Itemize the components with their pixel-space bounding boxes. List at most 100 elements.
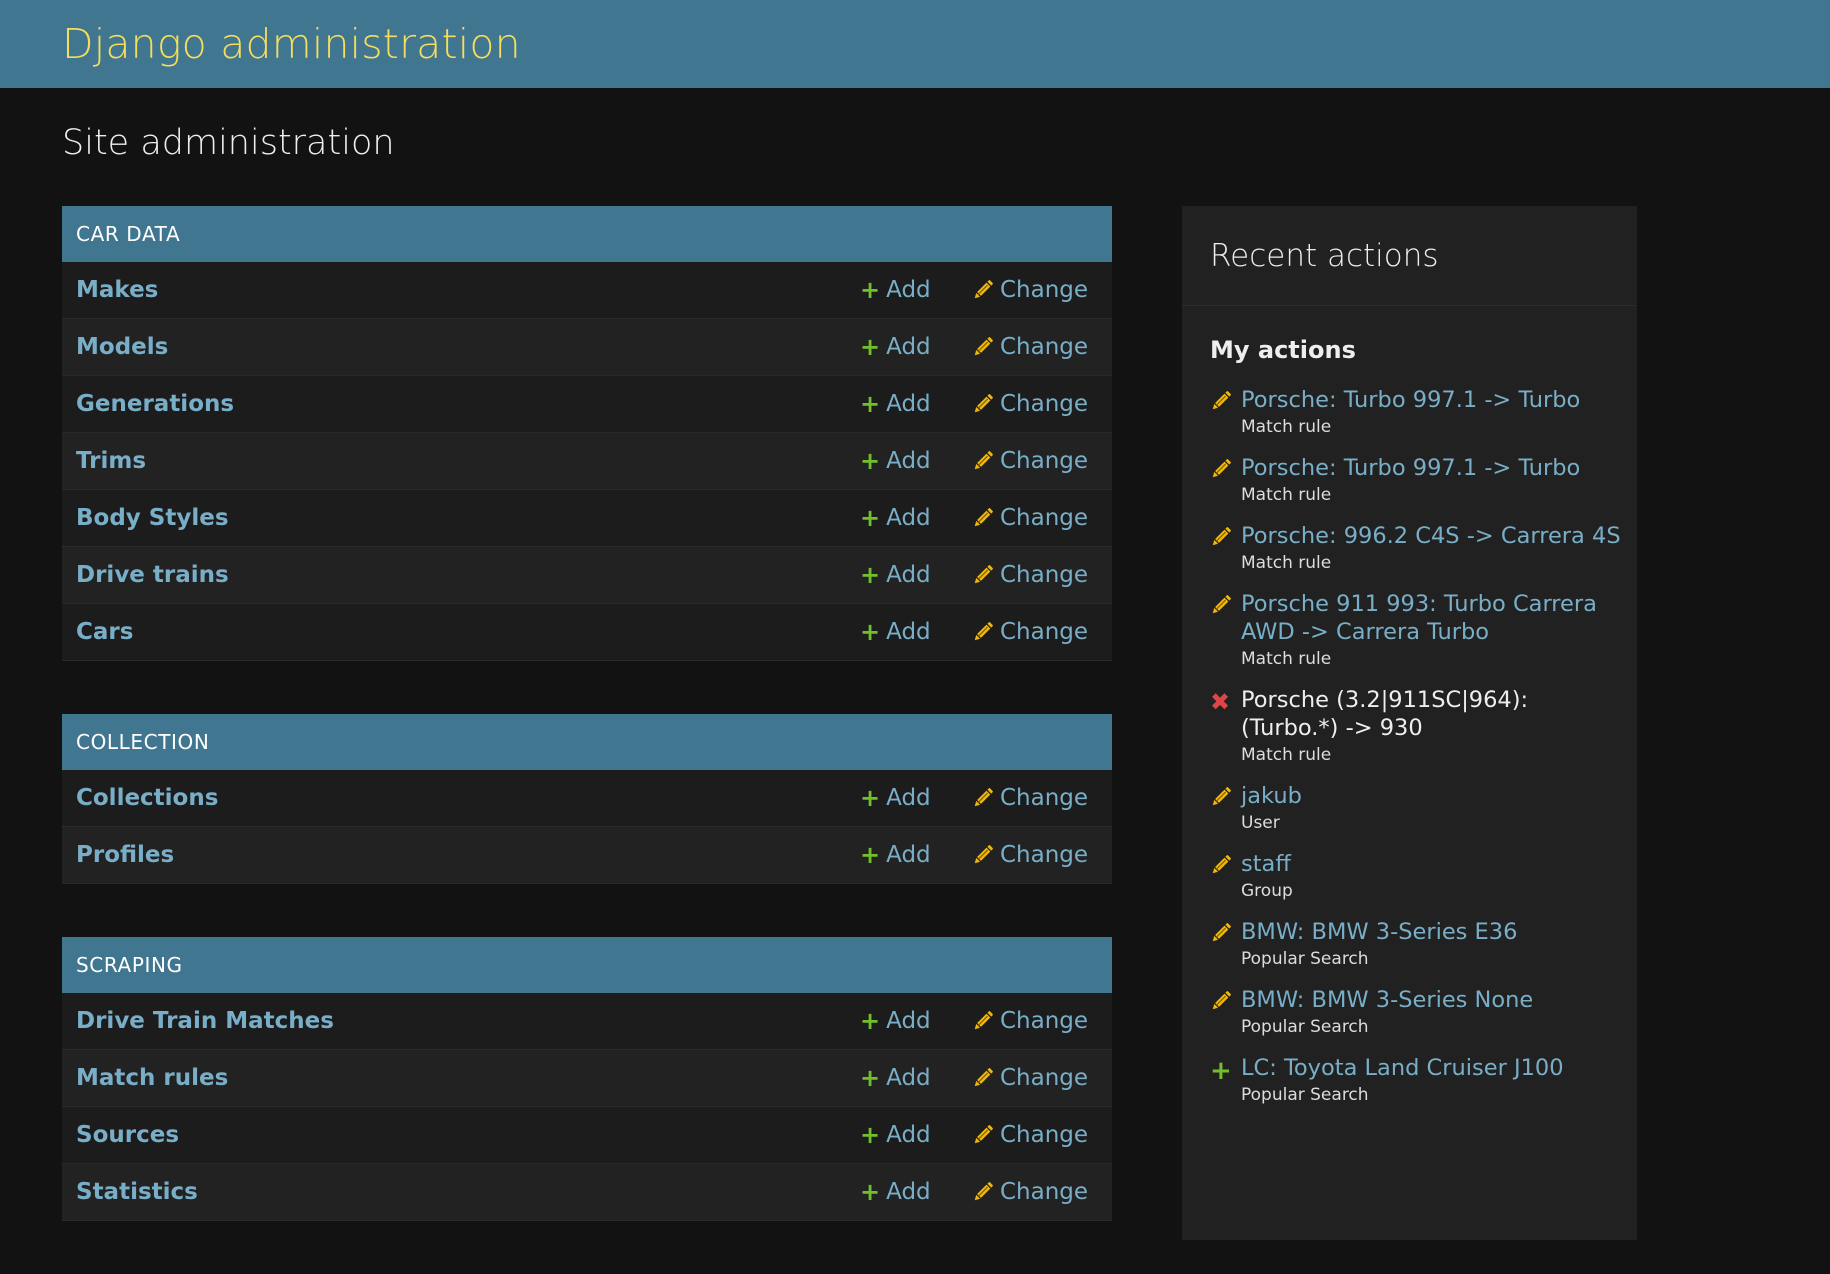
change-link[interactable]: Change (972, 562, 1112, 588)
model-link[interactable]: Drive Train Matches (76, 1008, 860, 1034)
add-link[interactable]: + Add (860, 785, 972, 811)
change-link[interactable]: Change (972, 1179, 1112, 1205)
add-label: Add (886, 334, 931, 360)
delete-icon: ✖ (1210, 688, 1231, 716)
plus-icon-wrapper: + (1210, 1054, 1241, 1105)
model-row-statistics: Statistics + Add Change (62, 1164, 1112, 1221)
change-label: Change (1000, 505, 1089, 531)
recent-action-item: Porsche 911 993: Turbo Carrera AWD -> Ca… (1210, 590, 1637, 669)
pencil-icon (972, 279, 994, 301)
plus-icon: + (860, 390, 881, 418)
pencil-icon-wrapper (1210, 590, 1241, 669)
change-link[interactable]: Change (972, 1122, 1112, 1148)
recent-action-item: + LC: Toyota Land Cruiser J100 Popular Sea… (1210, 1054, 1637, 1105)
recent-action-text: Porsche (3.2|911SC|964): (Turbo.*) -> 93… (1241, 687, 1529, 741)
add-label: Add (886, 277, 931, 303)
model-link[interactable]: Drive trains (76, 562, 860, 588)
recent-action-item: jakub User (1210, 782, 1637, 833)
pencil-icon (972, 1010, 994, 1032)
recent-action-type: User (1241, 813, 1280, 833)
change-label: Change (1000, 785, 1089, 811)
module-caption[interactable]: CAR DATA (62, 206, 1112, 262)
change-link[interactable]: Change (972, 334, 1112, 360)
recent-action-link[interactable]: jakub (1241, 782, 1621, 810)
pencil-icon (972, 1067, 994, 1089)
model-link[interactable]: Models (76, 334, 860, 360)
add-link[interactable]: + Add (860, 1122, 972, 1148)
module-collection: COLLECTION Collections + Add Change Profiles +… (62, 714, 1112, 884)
model-link[interactable]: Trims (76, 448, 860, 474)
recent-action-link[interactable]: Porsche: Turbo 997.1 -> Turbo (1241, 386, 1621, 414)
model-row-cars: Cars + Add Change (62, 604, 1112, 661)
add-link[interactable]: + Add (860, 1008, 972, 1034)
app-list: CAR DATA Makes + Add Change Models + Add Change G… (62, 206, 1112, 1274)
change-link[interactable]: Change (972, 448, 1112, 474)
change-link[interactable]: Change (972, 785, 1112, 811)
add-label: Add (886, 619, 931, 645)
model-row-match-rules: Match rules + Add Change (62, 1050, 1112, 1107)
change-link[interactable]: Change (972, 1065, 1112, 1091)
recent-action-body: Porsche: Turbo 997.1 -> Turbo Match rule (1241, 386, 1621, 437)
pencil-icon (972, 1181, 994, 1203)
module-caption[interactable]: COLLECTION (62, 714, 1112, 770)
change-link[interactable]: Change (972, 619, 1112, 645)
recent-action-link[interactable]: LC: Toyota Land Cruiser J100 (1241, 1054, 1621, 1082)
add-link[interactable]: + Add (860, 619, 972, 645)
add-label: Add (886, 1008, 931, 1034)
change-link[interactable]: Change (972, 391, 1112, 417)
change-link[interactable]: Change (972, 842, 1112, 868)
site-name-link[interactable]: Django administration (62, 20, 521, 68)
recent-action-body: jakub User (1241, 782, 1621, 833)
module-caption[interactable]: SCRAPING (62, 937, 1112, 993)
plus-icon: + (860, 504, 881, 532)
plus-icon: + (860, 1007, 881, 1035)
model-row-body-styles: Body Styles + Add Change (62, 490, 1112, 547)
model-link[interactable]: Body Styles (76, 505, 860, 531)
page-title: Site administration (62, 123, 395, 163)
recent-action-link[interactable]: Porsche 911 993: Turbo Carrera AWD -> Ca… (1241, 590, 1621, 646)
recent-action-link[interactable]: BMW: BMW 3-Series E36 (1241, 918, 1621, 946)
change-label: Change (1000, 277, 1089, 303)
add-link[interactable]: + Add (860, 562, 972, 588)
add-label: Add (886, 1122, 931, 1148)
change-link[interactable]: Change (972, 1008, 1112, 1034)
model-link[interactable]: Makes (76, 277, 860, 303)
change-link[interactable]: Change (972, 277, 1112, 303)
add-label: Add (886, 562, 931, 588)
recent-action-link[interactable]: Porsche: Turbo 997.1 -> Turbo (1241, 454, 1621, 482)
add-link[interactable]: + Add (860, 448, 972, 474)
model-table: Makes + Add Change Models + Add Change Generatio… (62, 262, 1112, 661)
model-link[interactable]: Statistics (76, 1179, 860, 1205)
recent-action-link[interactable]: BMW: BMW 3-Series None (1241, 986, 1621, 1014)
plus-icon: + (860, 618, 881, 646)
add-link[interactable]: + Add (860, 391, 972, 417)
plus-icon: + (860, 1178, 881, 1206)
module-scraping: SCRAPING Drive Train Matches + Add Change Mat… (62, 937, 1112, 1221)
recent-action-type: Match rule (1241, 553, 1332, 573)
add-link[interactable]: + Add (860, 505, 972, 531)
recent-action-item: Porsche: Turbo 997.1 -> Turbo Match rule (1210, 386, 1637, 437)
add-link[interactable]: + Add (860, 1179, 972, 1205)
recent-action-item: ✖ Porsche (3.2|911SC|964): (Turbo.*) -> 9… (1210, 686, 1637, 765)
add-link[interactable]: + Add (860, 842, 972, 868)
model-link[interactable]: Match rules (76, 1065, 860, 1091)
model-link[interactable]: Profiles (76, 842, 860, 868)
pencil-icon (1210, 390, 1232, 412)
change-link[interactable]: Change (972, 505, 1112, 531)
pencil-icon (1210, 594, 1232, 616)
plus-icon: + (860, 447, 881, 475)
add-link[interactable]: + Add (860, 277, 972, 303)
model-link[interactable]: Sources (76, 1122, 860, 1148)
model-link[interactable]: Collections (76, 785, 860, 811)
add-link[interactable]: + Add (860, 334, 972, 360)
add-link[interactable]: + Add (860, 1065, 972, 1091)
model-link[interactable]: Generations (76, 391, 860, 417)
pencil-icon (972, 787, 994, 809)
pencil-icon (972, 507, 994, 529)
pencil-icon (1210, 854, 1232, 876)
model-link[interactable]: Cars (76, 619, 860, 645)
recent-action-body: Porsche: 996.2 C4S -> Carrera 4S Match ru… (1241, 522, 1621, 573)
recent-action-link[interactable]: staff (1241, 850, 1621, 878)
pencil-icon-wrapper (1210, 386, 1241, 437)
recent-action-link[interactable]: Porsche: 996.2 C4S -> Carrera 4S (1241, 522, 1621, 550)
